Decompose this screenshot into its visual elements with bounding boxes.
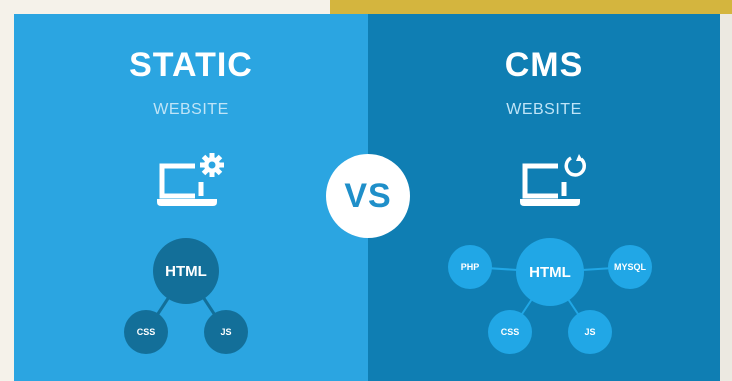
static-js-node: JS: [204, 310, 248, 354]
static-css-node: CSS: [124, 310, 168, 354]
cms-html-node: HTML: [516, 238, 584, 306]
diagram-connectors: [144, 266, 631, 333]
cms-mysql-node: MYSQL: [608, 245, 652, 289]
cms-php-node: PHP: [448, 245, 492, 289]
static-html-node: HTML: [153, 238, 219, 304]
cms-js-node: JS: [568, 310, 612, 354]
cms-css-node: CSS: [488, 310, 532, 354]
